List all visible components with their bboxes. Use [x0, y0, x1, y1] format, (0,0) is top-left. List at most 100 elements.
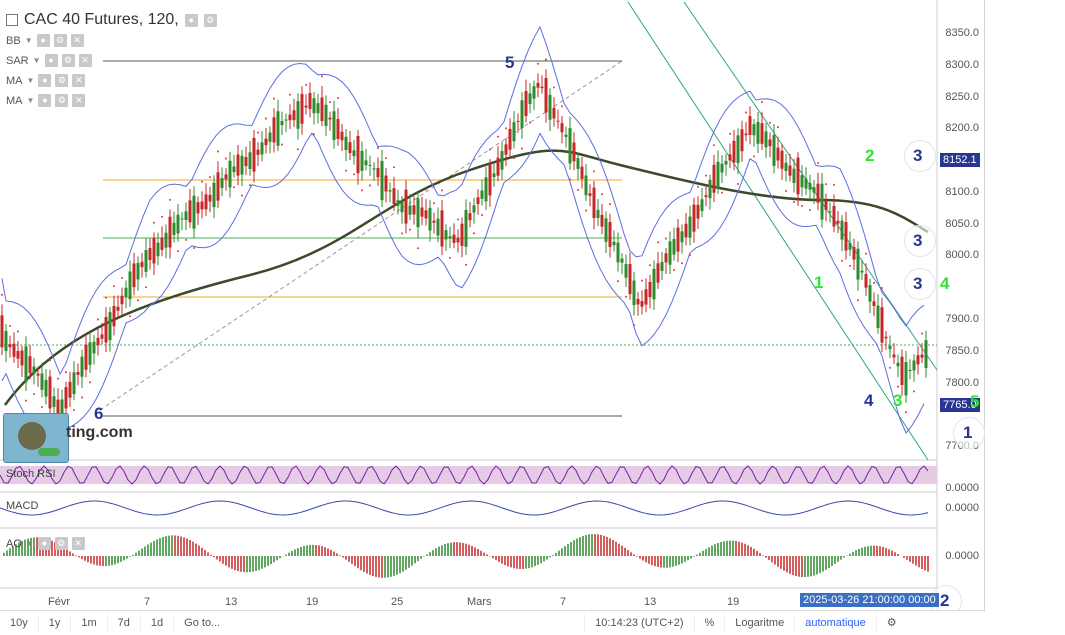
goto-button[interactable]: Go to...: [174, 614, 586, 632]
candle-body: [128, 271, 132, 300]
gear-icon[interactable]: ⚙: [61, 54, 75, 67]
range-10y-button[interactable]: 10y: [0, 614, 39, 632]
time-label: Mars: [467, 596, 492, 608]
candle-body: [544, 78, 548, 113]
close-icon[interactable]: ✕: [72, 94, 86, 107]
candle-body: [764, 131, 768, 148]
close-icon[interactable]: ✕: [71, 537, 85, 550]
range-1m-button[interactable]: 1m: [71, 614, 108, 632]
eye-icon[interactable]: ●: [184, 13, 198, 27]
candle-body: [376, 168, 380, 178]
candle-body: [320, 97, 324, 122]
candle-body: [876, 305, 880, 329]
settings-gear-icon[interactable]: ⚙: [877, 614, 907, 632]
log-scale-button[interactable]: Logaritme: [725, 614, 796, 632]
indicator-row-ma2[interactable]: MA ▼ ● ⚙ ✕: [6, 94, 86, 107]
collapse-icon[interactable]: [6, 14, 18, 26]
logo-text: ting.com: [66, 424, 133, 441]
indicator-row-ma1[interactable]: MA ▼ ● ⚙ ✕: [6, 74, 86, 87]
sar-dot: [121, 276, 123, 279]
sar-dot: [441, 189, 443, 192]
sar-dot: [425, 188, 427, 191]
caret-down-icon[interactable]: ▼: [27, 76, 35, 85]
candle-body: [860, 270, 864, 273]
candle-body: [352, 150, 356, 157]
candle-body: [380, 161, 384, 201]
candle-body: [356, 135, 360, 174]
gear-icon[interactable]: ⚙: [55, 94, 69, 107]
osc-zero-label: 0.0000: [945, 482, 979, 494]
candle-body: [472, 205, 476, 213]
candle-body: [600, 214, 604, 227]
candle-body: [540, 86, 544, 89]
candle-body: [392, 188, 396, 205]
wave-label: 5: [970, 392, 980, 411]
gear-icon[interactable]: ⚙: [54, 537, 68, 550]
price-badge-current: 8152.1: [940, 153, 980, 167]
range-7d-button[interactable]: 7d: [108, 614, 141, 632]
ao-label[interactable]: AO ▼ ● ⚙ ✕: [6, 537, 85, 550]
eye-icon[interactable]: ●: [37, 537, 51, 550]
candle-body: [520, 100, 524, 129]
sar-dot: [497, 135, 499, 138]
price-chart[interactable]: [0, 0, 984, 612]
sar-dot: [849, 264, 851, 267]
caret-down-icon[interactable]: ▼: [25, 36, 33, 45]
candle-body: [172, 222, 176, 236]
range-1y-button[interactable]: 1y: [39, 614, 72, 632]
candle-body: [904, 361, 908, 396]
candle-body: [768, 139, 772, 147]
indicator-row-sar[interactable]: SAR ▼ ● ⚙ ✕: [6, 54, 92, 67]
gear-icon[interactable]: ⚙: [203, 13, 217, 27]
candle-body: [64, 387, 68, 409]
stoch-rsi-label[interactable]: Stoch RSI: [6, 468, 56, 480]
candle-body: [52, 396, 56, 407]
candle-body: [780, 150, 784, 169]
caret-down-icon[interactable]: ▼: [27, 96, 35, 105]
range-1d-button[interactable]: 1d: [141, 614, 175, 632]
candle-body: [812, 187, 816, 193]
gear-icon[interactable]: ⚙: [55, 74, 69, 87]
candle-body: [400, 201, 404, 213]
gear-icon[interactable]: ⚙: [53, 34, 67, 47]
chart-area[interactable]: CAC 40 Futures, 120, ● ⚙ BB ▼ ● ⚙ ✕ SAR ▼ ● ⚙…: [0, 0, 985, 617]
candle-body: [668, 241, 672, 265]
price-tick: 7800.0: [945, 377, 979, 389]
sar-dot: [593, 170, 595, 173]
candle-body: [112, 305, 116, 327]
close-icon[interactable]: ✕: [72, 74, 86, 87]
caret-down-icon[interactable]: ▼: [33, 56, 41, 65]
candle-body: [204, 194, 208, 210]
sar-dot: [721, 191, 723, 194]
eye-icon[interactable]: ●: [44, 54, 58, 67]
eye-icon[interactable]: ●: [36, 34, 50, 47]
candle-body: [444, 230, 448, 240]
candle-body: [312, 98, 316, 114]
candle-body: [884, 336, 888, 339]
candle-body: [268, 132, 272, 142]
candle-body: [848, 242, 852, 250]
channel-line: [627, 1, 929, 461]
eye-icon[interactable]: ●: [38, 94, 52, 107]
close-icon[interactable]: ✕: [78, 54, 92, 67]
price-tick: 7850.0: [945, 345, 979, 357]
tradingview-logo-image[interactable]: [3, 413, 69, 463]
auto-scale-button[interactable]: automatique: [795, 614, 877, 632]
candle-body: [868, 285, 872, 302]
caret-down-icon[interactable]: ▼: [26, 539, 34, 548]
sar-dot: [105, 296, 107, 299]
indicator-row-bb[interactable]: BB ▼ ● ⚙ ✕: [6, 34, 84, 47]
time-label: 25: [391, 596, 404, 608]
close-icon[interactable]: ✕: [70, 34, 84, 47]
macd-label[interactable]: MACD: [6, 500, 38, 512]
sar-dot: [913, 390, 915, 393]
sar-dot: [89, 381, 91, 384]
candle-body: [368, 164, 372, 166]
sar-dot: [337, 97, 339, 100]
eye-icon[interactable]: ●: [38, 74, 52, 87]
candle-body: [388, 190, 392, 192]
sar-dot: [609, 203, 611, 206]
candle-body: [636, 299, 640, 305]
time-label: 7: [560, 596, 567, 608]
percent-button[interactable]: %: [695, 614, 726, 632]
